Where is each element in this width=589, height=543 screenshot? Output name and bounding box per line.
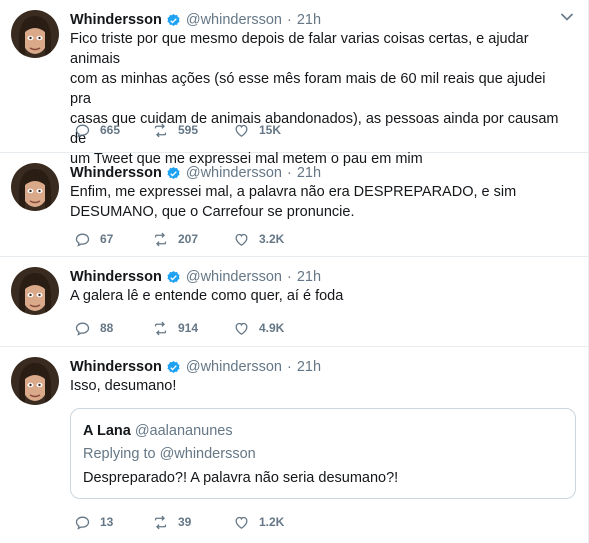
retweet-count: 595 (178, 123, 199, 137)
reply-button[interactable]: 13 (74, 513, 113, 531)
separator-dot: · (286, 359, 292, 375)
retweet-icon (154, 321, 167, 335)
avatar-portrait-icon (11, 10, 59, 58)
author-handle[interactable]: @whindersson (186, 12, 282, 28)
heart-icon (235, 124, 248, 137)
reply-count: 13 (100, 515, 114, 529)
author-handle[interactable]: @whindersson (186, 359, 282, 375)
retweet-icon (154, 232, 167, 246)
verified-badge-icon (167, 270, 180, 283)
tweet-text: A galera lê e entende como quer, aí é fo… (70, 288, 344, 304)
tweet-timestamp[interactable]: 21h (297, 269, 321, 285)
tweet[interactable]: Whindersson @whindersson · 21h Enfim, me… (0, 153, 588, 257)
like-count: 3.2K (259, 232, 285, 246)
tweet-text: Enfim, me expressei mal, a palavra não e… (70, 184, 517, 220)
replying-to-label: Replying to (83, 446, 156, 462)
reply-count: 665 (100, 123, 121, 137)
retweet-icon (154, 123, 167, 137)
like-button[interactable]: 4.9K (233, 319, 284, 337)
retweet-count: 914 (178, 321, 199, 335)
avatar[interactable] (11, 267, 59, 315)
tweet-header: Whindersson @whindersson · 21h (70, 163, 321, 183)
tweet-text: Isso, desumano! (70, 378, 177, 394)
heart-icon (235, 233, 248, 246)
author-name[interactable]: Whindersson (70, 165, 162, 181)
retweet-button[interactable]: 595 (152, 121, 198, 139)
author-handle[interactable]: @whindersson (186, 269, 282, 285)
like-count: 1.2K (259, 515, 285, 529)
like-count: 15K (259, 123, 282, 137)
tweet-timestamp[interactable]: 21h (297, 165, 321, 181)
quoted-author-handle: @aalananunes (134, 423, 233, 439)
author-name[interactable]: Whindersson (70, 359, 162, 375)
like-count: 4.9K (259, 321, 285, 335)
tweet-text: Fico triste por que mesmo depois de fala… (70, 31, 559, 167)
retweet-icon (154, 515, 167, 529)
like-button[interactable]: 3.2K (233, 230, 284, 248)
reply-icon (75, 124, 90, 138)
chevron-down-icon[interactable] (560, 12, 574, 22)
separator-dot: · (286, 12, 292, 28)
avatar[interactable] (11, 10, 59, 58)
avatar[interactable] (11, 163, 59, 211)
quoted-tweet-header: A Lana @aalananunes (83, 423, 233, 439)
retweet-count: 207 (178, 232, 199, 246)
like-button[interactable]: 1.2K (233, 513, 284, 531)
author-name[interactable]: Whindersson (70, 12, 162, 28)
reply-icon (75, 516, 90, 530)
quoted-tweet[interactable]: A Lana @aalananunes Replying to @whinders… (70, 408, 576, 499)
separator-dot: · (286, 269, 292, 285)
retweet-button[interactable]: 914 (152, 319, 198, 337)
retweet-button[interactable]: 207 (152, 230, 198, 248)
tweet-header: Whindersson @whindersson · 21h (70, 357, 321, 377)
avatar-portrait-icon (11, 267, 59, 315)
quoted-tweet-text: Despreparado?! A palavra não seria desum… (83, 470, 399, 486)
retweet-button[interactable]: 39 (152, 513, 191, 531)
like-button[interactable]: 15K (233, 121, 281, 139)
reply-count: 67 (100, 232, 114, 246)
verified-badge-icon (167, 360, 180, 373)
verified-badge-icon (167, 13, 180, 26)
quoted-author-name: A Lana (83, 423, 131, 439)
reply-icon (75, 233, 90, 247)
author-name[interactable]: Whindersson (70, 269, 162, 285)
tweet[interactable]: Whindersson @whindersson · 21h Fico tris… (0, 0, 588, 167)
separator-dot: · (286, 165, 292, 181)
quoted-replying-to: Replying to @whindersson (83, 446, 256, 462)
reply-button[interactable]: 88 (74, 319, 113, 337)
retweet-count: 39 (178, 515, 192, 529)
tweet[interactable]: Whindersson @whindersson · 21h A galera … (0, 257, 588, 347)
replying-to-handle: @whindersson (159, 446, 256, 462)
verified-badge-icon (167, 166, 180, 179)
reply-icon (75, 322, 90, 336)
avatar-portrait-icon (11, 163, 59, 211)
reply-button[interactable]: 67 (74, 230, 113, 248)
tweet-header: Whindersson @whindersson · 21h (70, 10, 321, 30)
author-handle[interactable]: @whindersson (186, 165, 282, 181)
tweet-timestamp[interactable]: 21h (297, 12, 321, 28)
reply-count: 88 (100, 321, 114, 335)
avatar[interactable] (11, 357, 59, 405)
tweet-timestamp[interactable]: 21h (297, 359, 321, 375)
heart-icon (235, 322, 248, 335)
tweet-header: Whindersson @whindersson · 21h (70, 267, 321, 287)
tweet-timeline: Whindersson @whindersson · 21h Fico tris… (0, 0, 589, 543)
heart-icon (235, 516, 248, 529)
reply-button[interactable]: 665 (74, 121, 120, 139)
avatar-portrait-icon (11, 357, 59, 405)
